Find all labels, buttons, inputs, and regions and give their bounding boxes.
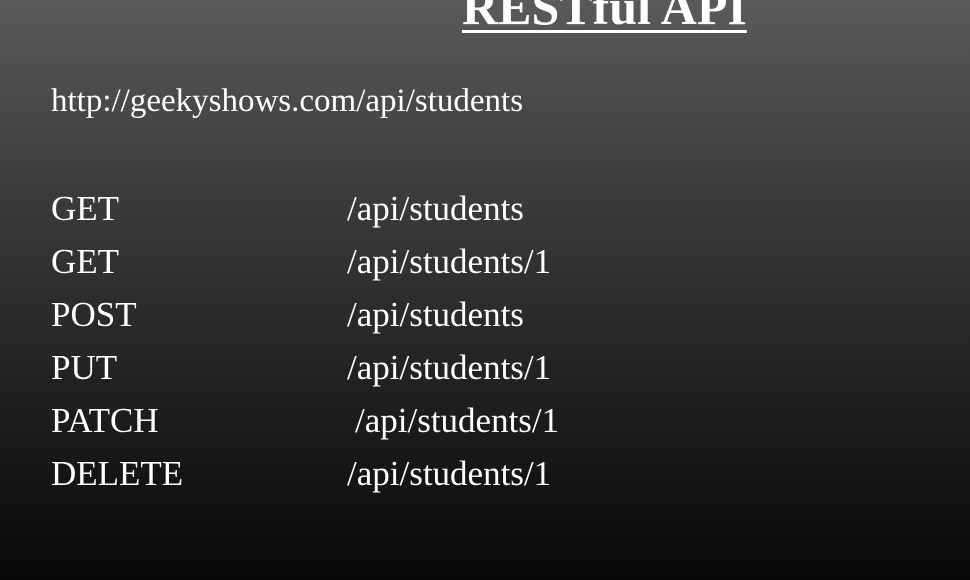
routes-list: GET /api/students GET /api/students/1 PO… [51,190,751,508]
route-path: /api/students/1 [347,242,552,281]
slide: RESTful API http://geekyshows.com/api/st… [0,0,970,580]
route-method: POST [51,295,137,334]
route-row: GET /api/students/1 [51,243,751,296]
slide-title: RESTful API [462,0,747,35]
route-path: /api/students/1 [347,454,552,493]
route-row: GET /api/students [51,190,751,243]
route-path: /api/students [347,295,524,334]
route-path: /api/students/1 [355,401,560,440]
route-method: DELETE [51,454,184,493]
route-path: /api/students [347,189,524,228]
route-path: /api/students/1 [347,348,552,387]
base-url: http://geekyshows.com/api/students [51,83,524,119]
route-row: PATCH /api/students/1 [51,402,751,455]
route-method: GET [51,242,120,281]
route-method: PUT [51,348,118,387]
route-row: POST /api/students [51,296,751,349]
route-method: GET [51,189,120,228]
route-row: PUT /api/students/1 [51,349,751,402]
route-method: PATCH [51,401,159,440]
route-row: DELETE /api/students/1 [51,455,751,508]
